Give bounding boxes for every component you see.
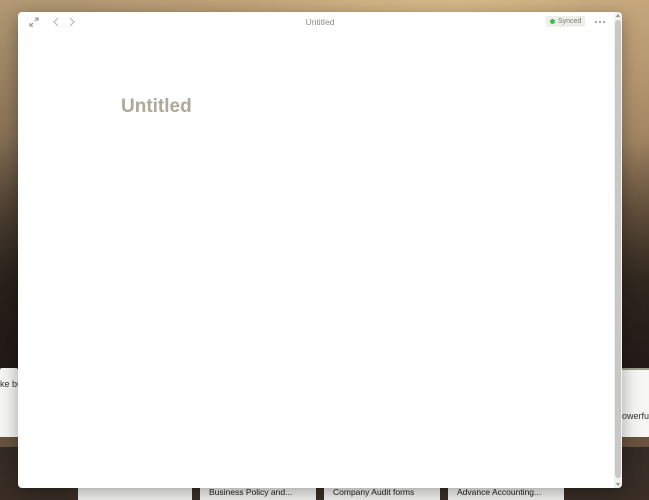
vertical-scrollbar[interactable] (614, 12, 622, 488)
page-modal: Untitled Synced Untitled (18, 12, 622, 488)
window-title: Untitled (305, 17, 335, 27)
page-title[interactable]: Untitled (121, 96, 192, 118)
background-card-right-text: owerful (622, 411, 649, 421)
modal-topbar: Untitled Synced (18, 12, 622, 32)
background-card-right-accent (622, 368, 649, 370)
bottom-card-label: Company Audit forms (333, 487, 415, 497)
sync-dot-icon (550, 19, 555, 24)
background-strip (622, 437, 649, 447)
background-card-left-text: ke bu (0, 379, 18, 389)
more-icon[interactable] (594, 16, 606, 28)
scrollbar-thumb[interactable] (615, 20, 621, 478)
bottom-card-label: Advance Accounting... (457, 487, 542, 497)
background-card-right[interactable] (622, 368, 649, 438)
sync-status-badge: Synced (546, 16, 586, 27)
scroll-up-icon[interactable] (616, 14, 620, 17)
scroll-down-icon[interactable] (616, 483, 620, 486)
background-strip (0, 437, 18, 447)
sync-status-label: Synced (558, 18, 582, 25)
bottom-card-label: Business Policy and... (209, 487, 293, 497)
